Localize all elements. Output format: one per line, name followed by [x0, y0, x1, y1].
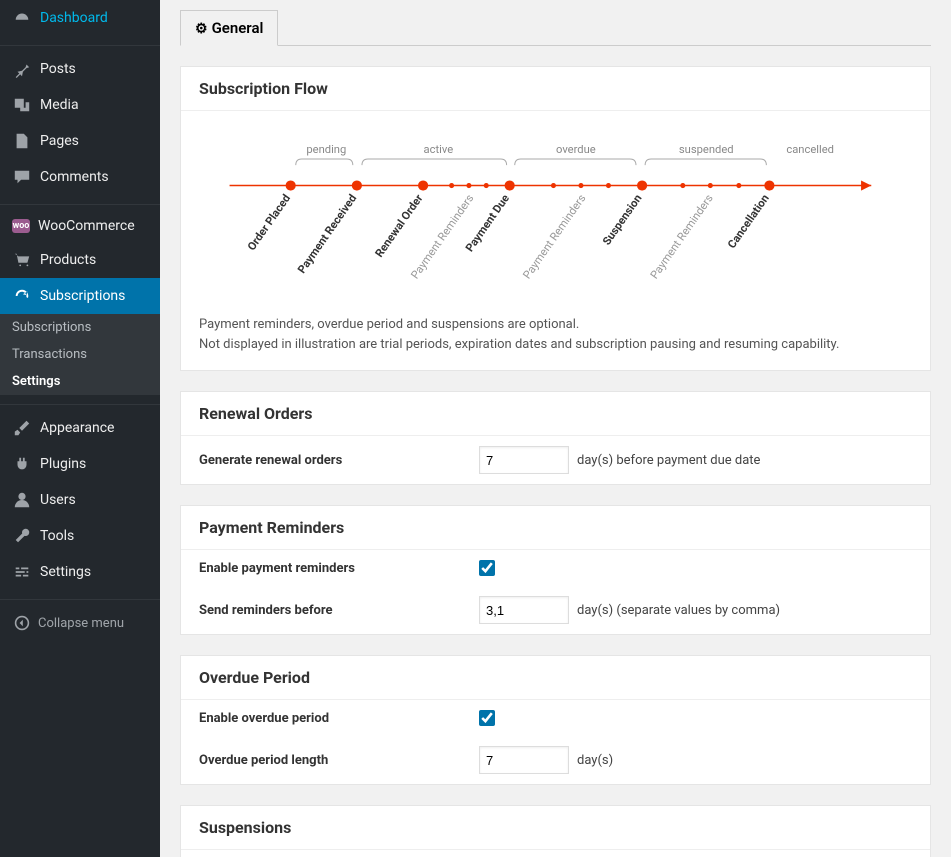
sidebar-item-woocommerce[interactable]: woo WooCommerce	[0, 210, 160, 242]
overdue-length-label: Overdue period length	[199, 753, 479, 768]
svg-text:pending: pending	[306, 143, 346, 156]
generate-renewal-label: Generate renewal orders	[199, 453, 479, 468]
svg-text:Payment Reminders: Payment Reminders	[521, 192, 589, 282]
sliders-icon	[12, 562, 32, 582]
sidebar-item-settings[interactable]: Settings	[0, 554, 160, 590]
svg-text:Suspension: Suspension	[600, 192, 644, 248]
wrench-icon	[12, 526, 32, 546]
page-icon	[12, 131, 32, 151]
panel-overdue-period: Overdue Period Enable overdue period Ove…	[180, 655, 931, 785]
svg-text:Payment Received: Payment Received	[295, 192, 359, 276]
sidebar-item-dashboard[interactable]: Dashboard	[0, 0, 160, 36]
sidebar-item-tools[interactable]: Tools	[0, 518, 160, 554]
panel-title: Overdue Period	[181, 656, 930, 700]
sidebar-label: Posts	[40, 61, 76, 77]
submenu-item-settings[interactable]: Settings	[0, 368, 160, 395]
sidebar-item-plugins[interactable]: Plugins	[0, 446, 160, 482]
nav-tabs: ⚙General	[180, 0, 931, 46]
panel-subscription-flow: Subscription Flow pending active overdue…	[180, 66, 931, 371]
sidebar-submenu: Subscriptions Transactions Settings	[0, 314, 160, 395]
enable-overdue-label: Enable overdue period	[199, 711, 479, 726]
flow-note-2: Not displayed in illustration are trial …	[199, 335, 912, 355]
cart-icon	[12, 250, 32, 270]
sidebar-item-pages[interactable]: Pages	[0, 123, 160, 159]
pin-icon	[12, 59, 32, 79]
comment-icon	[12, 167, 32, 187]
panel-title: Suspensions	[181, 806, 930, 850]
sidebar-item-users[interactable]: Users	[0, 482, 160, 518]
collapse-label: Collapse menu	[38, 616, 124, 631]
enable-reminders-label: Enable payment reminders	[199, 561, 479, 576]
svg-text:Renewal Order: Renewal Order	[373, 192, 426, 260]
plug-icon	[12, 454, 32, 474]
submenu-item-transactions[interactable]: Transactions	[0, 341, 160, 368]
panel-suspensions: Suspensions Enable suspensions Suspensio…	[180, 805, 931, 857]
svg-text:Order Placed: Order Placed	[245, 192, 293, 253]
sidebar-item-media[interactable]: Media	[0, 87, 160, 123]
tab-label: General	[212, 19, 264, 37]
panel-payment-reminders: Payment Reminders Enable payment reminde…	[180, 505, 931, 635]
enable-overdue-checkbox[interactable]	[479, 710, 495, 726]
overdue-length-suffix: day(s)	[577, 753, 613, 768]
send-reminders-suffix: day(s) (separate values by comma)	[577, 603, 780, 618]
sidebar-label: Dashboard	[40, 10, 108, 26]
dashboard-icon	[12, 8, 32, 28]
panel-renewal-orders: Renewal Orders Generate renewal orders d…	[180, 391, 931, 485]
refresh-icon	[12, 286, 32, 306]
overdue-length-input[interactable]	[479, 746, 569, 774]
sidebar-label: Appearance	[40, 420, 114, 436]
send-reminders-input[interactable]	[479, 596, 569, 624]
sidebar-item-posts[interactable]: Posts	[0, 51, 160, 87]
sidebar-label: Products	[40, 252, 96, 268]
generate-renewal-input[interactable]	[479, 446, 569, 474]
sidebar-label: Plugins	[40, 456, 86, 472]
flow-diagram: pending active overdue suspended cancell…	[199, 131, 912, 291]
sidebar-item-comments[interactable]: Comments	[0, 159, 160, 195]
generate-renewal-suffix: day(s) before payment due date	[577, 453, 760, 468]
brush-icon	[12, 418, 32, 438]
svg-text:Payment Reminders: Payment Reminders	[648, 192, 716, 282]
sidebar-item-appearance[interactable]: Appearance	[0, 410, 160, 446]
main-content: ⚙General Subscription Flow pending activ…	[160, 0, 951, 857]
svg-text:Cancellation: Cancellation	[725, 192, 772, 251]
panel-title: Subscription Flow	[181, 67, 930, 111]
user-icon	[12, 490, 32, 510]
svg-text:overdue: overdue	[556, 143, 596, 156]
sidebar-item-products[interactable]: Products	[0, 242, 160, 278]
collapse-icon	[12, 613, 32, 633]
media-icon	[12, 95, 32, 115]
enable-reminders-checkbox[interactable]	[479, 560, 495, 576]
panel-title: Payment Reminders	[181, 506, 930, 550]
sidebar-label: Pages	[40, 133, 79, 149]
sidebar-label: Comments	[40, 169, 109, 185]
svg-text:cancelled: cancelled	[786, 143, 834, 156]
flow-note-1: Payment reminders, overdue period and su…	[199, 315, 912, 335]
sidebar-label: Users	[40, 492, 76, 508]
collapse-menu[interactable]: Collapse menu	[0, 605, 160, 641]
admin-sidebar: Dashboard Posts Media Pages Comments woo…	[0, 0, 160, 857]
sidebar-label: Media	[40, 97, 79, 113]
tab-general[interactable]: ⚙General	[180, 10, 278, 46]
panel-title: Renewal Orders	[181, 392, 930, 436]
sidebar-label: Settings	[40, 564, 91, 580]
woocommerce-icon: woo	[12, 219, 30, 233]
gear-icon: ⚙	[195, 21, 208, 37]
sidebar-label: WooCommerce	[38, 218, 135, 234]
submenu-item-subscriptions[interactable]: Subscriptions	[0, 314, 160, 341]
sidebar-item-subscriptions[interactable]: Subscriptions	[0, 278, 160, 314]
sidebar-label: Tools	[40, 528, 74, 544]
svg-text:suspended: suspended	[679, 143, 734, 156]
send-reminders-label: Send reminders before	[199, 603, 479, 618]
svg-text:active: active	[424, 143, 454, 156]
sidebar-label: Subscriptions	[40, 288, 125, 304]
